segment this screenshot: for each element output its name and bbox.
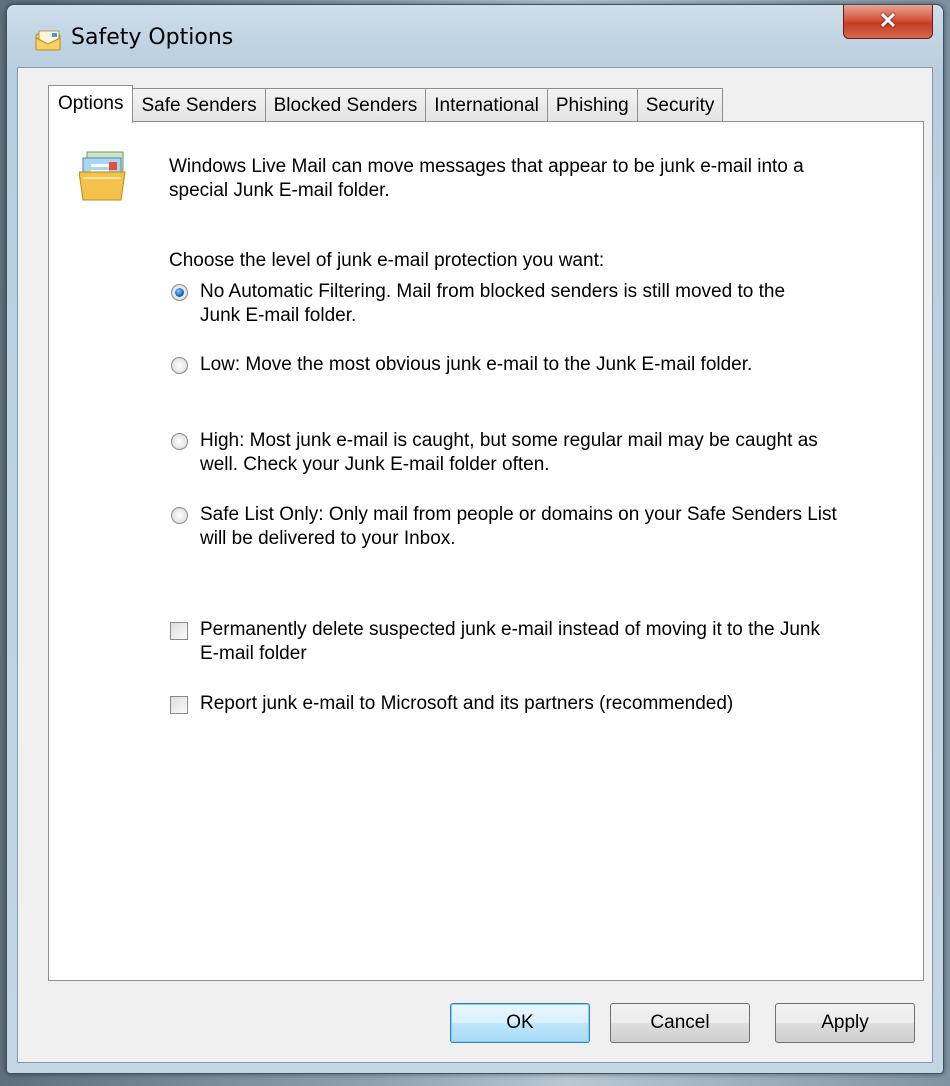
- tab-international[interactable]: International: [426, 88, 548, 122]
- title-bar[interactable]: Safety Options ✕: [7, 5, 943, 67]
- checkbox-label[interactable]: Report junk e-mail to Microsoft and its …: [200, 692, 733, 716]
- intro-text-line2: special Junk E-mail folder.: [169, 180, 390, 201]
- safety-options-dialog: Safety Options ✕ Options Safe Senders Bl…: [6, 4, 944, 1074]
- level-label[interactable]: Safe List Only: Only mail from people or…: [200, 503, 837, 527]
- close-icon: ✕: [878, 8, 898, 33]
- tab-blocked-senders[interactable]: Blocked Senders: [265, 88, 427, 122]
- apply-button[interactable]: Apply: [775, 1003, 915, 1043]
- level-label[interactable]: well. Check your Junk E-mail folder ofte…: [200, 453, 550, 477]
- dialog-body: Options Safe Senders Blocked Senders Int…: [17, 67, 933, 1063]
- checkbox-label[interactable]: E-mail folder: [200, 642, 307, 666]
- close-button[interactable]: ✕: [843, 5, 933, 39]
- mail-safety-icon: [35, 29, 63, 51]
- level-label[interactable]: High: Most junk e-mail is caught, but so…: [200, 429, 818, 453]
- junk-mail-folder-icon: [78, 150, 129, 202]
- radio-safe-list-only[interactable]: [171, 507, 188, 524]
- level-label[interactable]: No Automatic Filtering. Mail from blocke…: [200, 280, 785, 304]
- level-prompt: Choose the level of junk e-mail protecti…: [169, 250, 605, 271]
- checkbox-label[interactable]: Permanently delete suspected junk e-mail…: [200, 618, 820, 642]
- tab-safe-senders[interactable]: Safe Senders: [133, 88, 266, 122]
- level-label[interactable]: Low: Move the most obvious junk e-mail t…: [200, 353, 752, 377]
- level-label[interactable]: Junk E-mail folder.: [200, 304, 356, 328]
- checkbox-permanently-delete[interactable]: [170, 622, 188, 640]
- tab-strip: Options Safe Senders Blocked Senders Int…: [48, 84, 724, 123]
- tab-options[interactable]: Options: [48, 85, 134, 123]
- tab-security[interactable]: Security: [637, 88, 724, 122]
- window-title: Safety Options: [71, 25, 234, 50]
- ok-button[interactable]: OK: [450, 1003, 590, 1043]
- options-panel: Windows Live Mail can move messages that…: [48, 121, 924, 981]
- radio-low[interactable]: [171, 357, 188, 374]
- checkbox-report-junk[interactable]: [170, 696, 188, 714]
- intro-text-line1: Windows Live Mail can move messages that…: [169, 156, 804, 177]
- cancel-button[interactable]: Cancel: [610, 1003, 750, 1043]
- radio-no-automatic-filtering[interactable]: [171, 284, 188, 301]
- radio-high[interactable]: [171, 433, 188, 450]
- tab-phishing[interactable]: Phishing: [547, 88, 638, 122]
- level-label[interactable]: will be delivered to your Inbox.: [200, 527, 456, 551]
